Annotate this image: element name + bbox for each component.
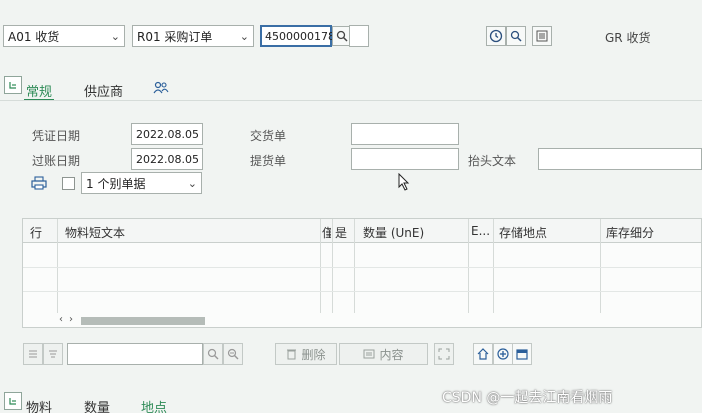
tab-vendor[interactable]: 供应商 bbox=[84, 81, 123, 100]
execute-search-button[interactable] bbox=[506, 26, 526, 46]
align-icon bbox=[29, 350, 37, 358]
gr-label: GR 收货 bbox=[605, 31, 651, 45]
ref-doc-select[interactable]: R01 采购订单 ⌄ bbox=[132, 25, 254, 47]
mouse-cursor-icon bbox=[398, 173, 410, 191]
col-header-stock-segment[interactable]: 库存细分 bbox=[606, 224, 654, 241]
col-divider bbox=[354, 219, 355, 313]
tab-material[interactable]: 物料 bbox=[26, 397, 52, 413]
items-table[interactable]: 行 物料短文本 僅 是 数量 (UnE) E... 存储地点 库存细分 ‹ › bbox=[22, 218, 702, 328]
col-divider bbox=[600, 219, 601, 313]
bill-of-lading-input[interactable] bbox=[351, 148, 459, 170]
scroll-left-icon[interactable]: ‹ bbox=[59, 314, 63, 325]
collapse-header-button[interactable] bbox=[4, 76, 22, 94]
slip-select-value: 1 个别单据 bbox=[86, 176, 146, 191]
col-divider bbox=[320, 219, 321, 313]
col-header-flag[interactable]: 僅 bbox=[322, 224, 331, 241]
row-divider bbox=[23, 291, 701, 292]
action-select-value: A01 收货 bbox=[8, 29, 60, 44]
col-divider bbox=[493, 219, 494, 313]
post-date-label: 过账日期 bbox=[32, 154, 81, 168]
print-button[interactable] bbox=[31, 176, 47, 193]
col-divider bbox=[468, 219, 469, 313]
sort-descending-button[interactable] bbox=[43, 343, 63, 365]
expand-icon bbox=[438, 348, 450, 360]
tab-quantity[interactable]: 数量 bbox=[84, 397, 110, 413]
bill-of-lading-label: 提货单 bbox=[250, 154, 287, 168]
collapse-detail-button[interactable] bbox=[4, 392, 22, 410]
calendar-icon bbox=[516, 349, 528, 360]
post-date-input[interactable]: 2022.08.05 bbox=[131, 148, 203, 170]
row-divider bbox=[23, 267, 701, 268]
delivery-note-label: 交货单 bbox=[250, 129, 287, 143]
search-icon bbox=[207, 348, 219, 360]
add-button[interactable] bbox=[493, 343, 513, 365]
printer-icon bbox=[31, 176, 47, 190]
col-header-material-text[interactable]: 物料短文本 bbox=[65, 224, 125, 241]
fullscreen-button[interactable] bbox=[434, 343, 454, 365]
content-icon bbox=[363, 349, 375, 359]
sort-ascending-button[interactable] bbox=[23, 343, 43, 365]
po-number-input[interactable]: 4500000178 bbox=[260, 25, 335, 47]
po-item-input[interactable] bbox=[349, 25, 369, 47]
history-button[interactable] bbox=[486, 26, 506, 46]
clock-refresh-icon bbox=[489, 29, 503, 43]
chevron-down-icon: ⌄ bbox=[110, 30, 120, 43]
horizontal-scrollbar[interactable]: ‹ › bbox=[57, 314, 702, 327]
tab-where[interactable]: 地点 bbox=[141, 397, 167, 413]
search-icon bbox=[336, 30, 348, 42]
collapse-icon bbox=[9, 82, 16, 89]
col-header-unit[interactable]: E... bbox=[471, 224, 490, 238]
tab-divider bbox=[0, 100, 702, 101]
trash-icon bbox=[287, 349, 297, 360]
chevron-down-icon: ⌄ bbox=[239, 30, 249, 43]
delivery-note-input[interactable] bbox=[351, 123, 459, 145]
chevron-down-icon: ⌄ bbox=[187, 177, 197, 190]
slip-select[interactable]: 1 个别单据 ⌄ bbox=[81, 172, 202, 194]
header-text-input[interactable] bbox=[538, 148, 702, 170]
home-button[interactable] bbox=[473, 343, 493, 365]
post-date-value: 2022.08.05 bbox=[136, 152, 199, 166]
content-button[interactable]: 内容 bbox=[339, 343, 428, 365]
delete-label: 删除 bbox=[301, 347, 326, 362]
col-divider bbox=[332, 219, 333, 313]
tab-partners[interactable] bbox=[153, 81, 169, 98]
doc-date-input[interactable]: 2022.08.05 bbox=[131, 123, 203, 145]
table-search-input[interactable] bbox=[67, 343, 203, 365]
print-checkbox[interactable] bbox=[62, 177, 75, 190]
col-header-storage-location[interactable]: 存储地点 bbox=[499, 224, 547, 241]
align-icon bbox=[49, 350, 57, 358]
col-header-line[interactable]: 行 bbox=[30, 224, 42, 241]
action-select[interactable]: A01 收货 ⌄ bbox=[3, 25, 125, 47]
home-icon bbox=[477, 348, 489, 360]
find-button[interactable] bbox=[203, 343, 223, 365]
watermark: CSDN @一起去江南看烟雨 bbox=[442, 390, 613, 406]
doc-date-label: 凭证日期 bbox=[32, 129, 81, 143]
plus-circle-icon bbox=[497, 348, 509, 360]
collapse-icon bbox=[9, 398, 16, 405]
col-header-quantity[interactable]: 数量 (UnE) bbox=[363, 224, 424, 241]
search-next-icon bbox=[227, 348, 239, 360]
ref-doc-select-value: R01 采购订单 bbox=[137, 29, 213, 44]
search-icon bbox=[510, 30, 522, 42]
tab-general[interactable]: 常规 bbox=[26, 81, 52, 100]
document-overview-button[interactable] bbox=[532, 26, 552, 46]
find-next-button[interactable] bbox=[223, 343, 243, 365]
people-icon bbox=[153, 81, 169, 94]
scrollbar-thumb[interactable] bbox=[81, 317, 205, 325]
header-text-label: 抬头文本 bbox=[468, 154, 517, 168]
po-number-value: 4500000178 bbox=[265, 29, 335, 43]
col-header-ok[interactable]: 是 bbox=[335, 224, 347, 241]
calendar-button[interactable] bbox=[512, 343, 532, 365]
content-label: 内容 bbox=[379, 347, 404, 362]
delete-button[interactable]: 删除 bbox=[275, 343, 337, 365]
scroll-right-icon[interactable]: › bbox=[69, 314, 73, 325]
list-icon bbox=[536, 30, 548, 42]
col-divider bbox=[57, 219, 58, 313]
doc-date-value: 2022.08.05 bbox=[136, 127, 199, 141]
